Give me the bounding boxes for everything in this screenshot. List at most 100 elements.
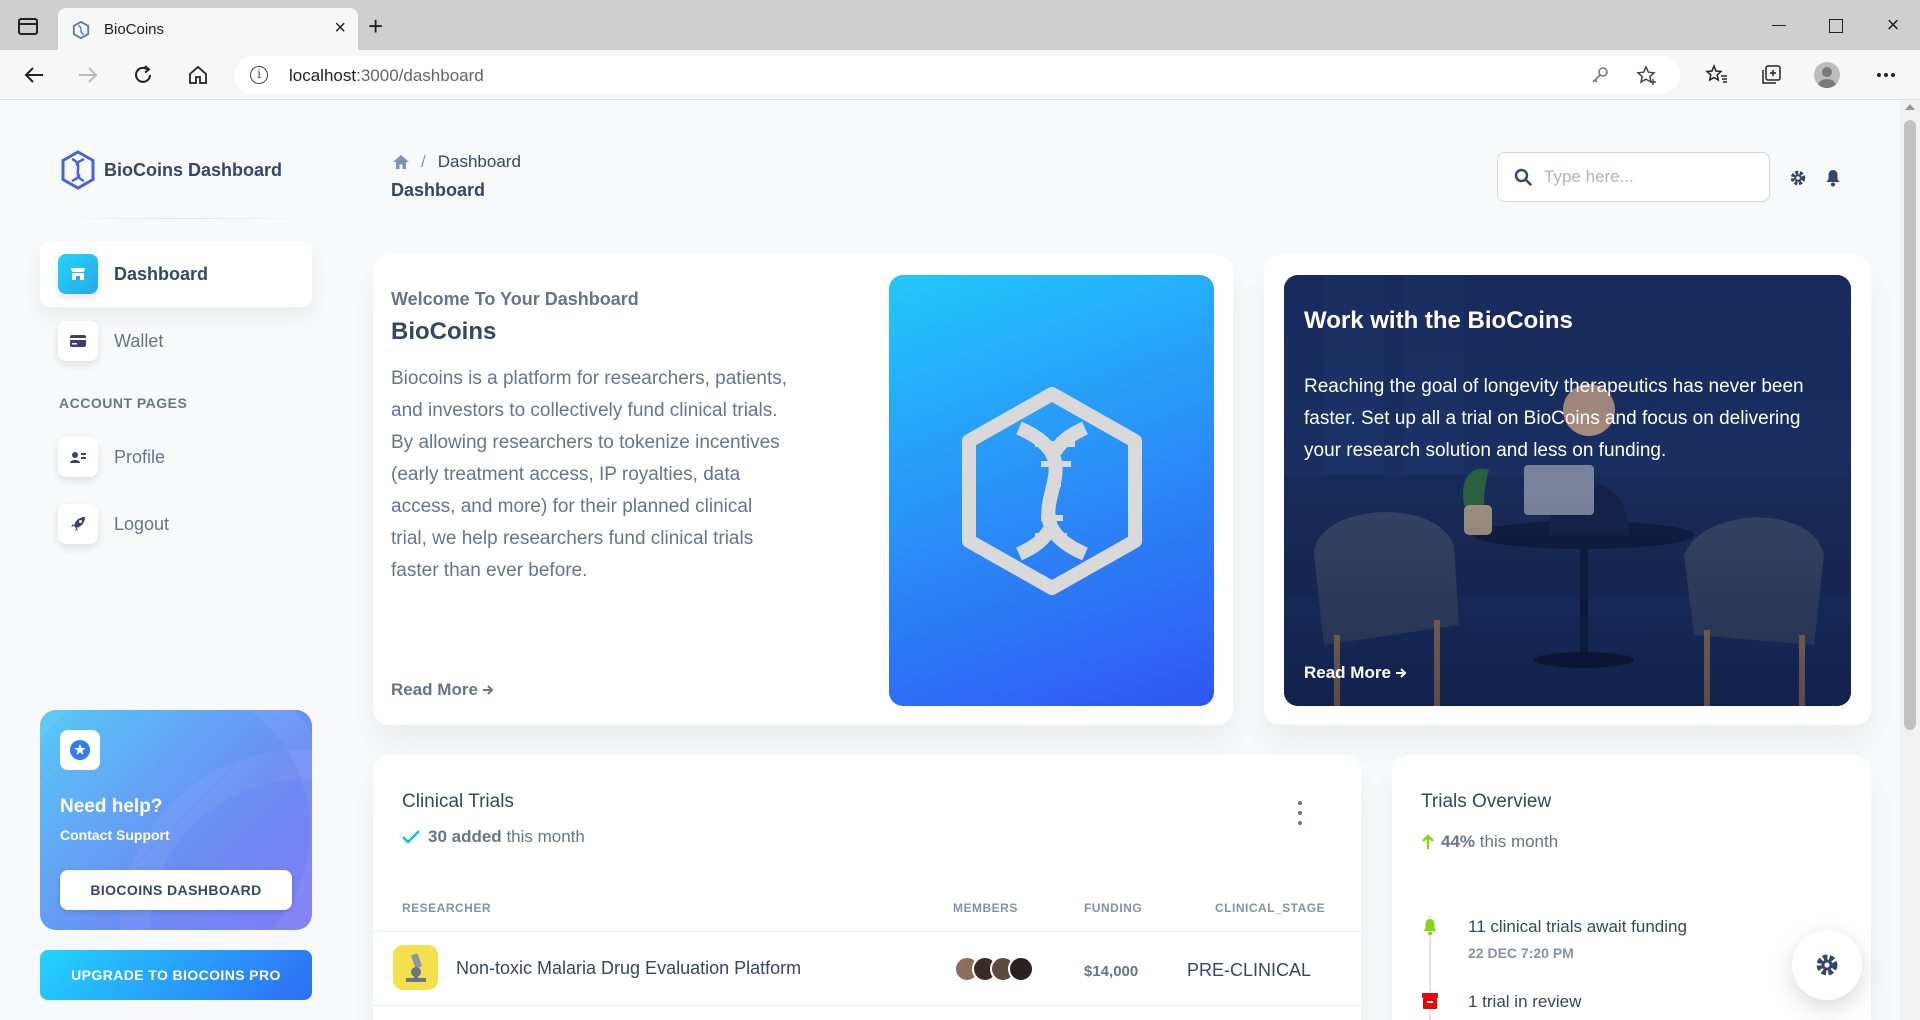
more-menu-icon[interactable] [1872, 62, 1900, 88]
add-favorite-icon[interactable] [1636, 65, 1658, 92]
microscope-icon [393, 945, 438, 990]
welcome-body: Biocoins is a platform for researchers, … [391, 368, 788, 581]
scroll-up-icon[interactable] [1905, 104, 1915, 110]
more-options-icon[interactable] [1295, 801, 1305, 825]
biocoins-favicon-icon [72, 21, 90, 39]
table-divider [373, 1005, 1361, 1006]
home-icon[interactable] [393, 155, 409, 169]
welcome-read-more-link[interactable]: Read More [391, 680, 494, 700]
browser-tab[interactable]: BioCoins × [58, 8, 358, 50]
search-icon [1514, 168, 1532, 186]
browser-chrome: BioCoins × + × i localhost:3000/dashboar… [0, 0, 1920, 100]
gear-icon[interactable] [1788, 168, 1808, 188]
sidebar-divider [60, 218, 310, 219]
settings-fab[interactable] [1792, 930, 1862, 1000]
welcome-pretitle: Welcome To Your Dashboard [391, 289, 639, 309]
brand[interactable]: BioCoins Dashboard [60, 150, 282, 190]
arrow-right-icon [482, 685, 494, 695]
overview-title: Trials Overview [1421, 791, 1552, 812]
avatar[interactable] [1008, 956, 1034, 982]
user-card-icon [58, 437, 98, 477]
welcome-title: BioCoins [391, 318, 497, 345]
trial-funding: $14,000 [1084, 963, 1139, 980]
column-header: CLINICAL_STAGE [1215, 901, 1326, 915]
window-close-icon[interactable]: × [1878, 12, 1908, 38]
table-divider [373, 931, 1361, 932]
collections-icon[interactable] [1758, 62, 1786, 88]
page-scrollbar[interactable] [1900, 100, 1920, 1020]
timeline-item-title: 11 clinical trials await funding [1468, 917, 1687, 936]
back-icon[interactable] [19, 60, 49, 90]
scroll-thumb[interactable] [1904, 120, 1916, 730]
tab-strip: BioCoins × + × [0, 0, 1920, 50]
work-read-more-link[interactable]: Read More [1304, 663, 1407, 683]
column-header: FUNDING [1084, 901, 1143, 915]
timeline-item-title: 1 trial in review [1468, 992, 1582, 1011]
arrow-right-icon [1395, 668, 1407, 678]
search-box[interactable] [1497, 152, 1770, 202]
home-icon[interactable] [183, 60, 213, 90]
forward-icon[interactable] [73, 60, 103, 90]
biocoins-logo-icon [61, 150, 95, 190]
timeline-item-date: 22 DEC 7:20 PM [1468, 945, 1574, 961]
sidebar-item-logout[interactable]: Logout [40, 491, 312, 557]
column-header: MEMBERS [953, 901, 1018, 915]
dna-illustration [889, 275, 1214, 706]
work-card: Work with the BioCoins Reaching the goal… [1264, 255, 1871, 725]
clinical-trials-card: Clinical Trials 30 added this month RESE… [373, 755, 1361, 1020]
help-subtitle: Contact Support [60, 827, 170, 843]
rocket-icon [58, 504, 98, 544]
trial-stage: PRE-CLINICAL [1187, 960, 1312, 980]
favorites-icon[interactable] [1703, 62, 1731, 88]
star-icon [60, 730, 100, 770]
work-title: Work with the BioCoins [1304, 307, 1573, 334]
sidebar-item-label: Wallet [114, 330, 164, 351]
bell-icon[interactable] [1823, 168, 1843, 188]
overview-summary: 44% this month [1421, 832, 1558, 852]
archive-icon [1421, 991, 1439, 1011]
browser-toolbar: i localhost:3000/dashboard [0, 50, 1920, 100]
tab-title: BioCoins [104, 21, 165, 38]
breadcrumb-separator: / [421, 152, 426, 171]
site-info-icon[interactable]: i [250, 66, 268, 84]
dna-hexagon-icon [961, 386, 1142, 595]
page-title: Dashboard [391, 180, 486, 200]
section-title: ACCOUNT PAGES [59, 395, 188, 411]
credit-card-icon [58, 321, 98, 361]
refresh-icon[interactable] [128, 60, 158, 90]
gear-icon [1816, 954, 1838, 976]
sidebar-item-dashboard[interactable]: Dashboard [40, 241, 312, 307]
new-tab-icon[interactable]: + [368, 13, 383, 39]
welcome-card: Welcome To Your Dashboard BioCoins Bioco… [373, 255, 1233, 725]
maximize-icon[interactable] [1820, 12, 1850, 38]
profile-avatar-icon[interactable] [1813, 62, 1841, 88]
sidebar-item-wallet[interactable]: Wallet [40, 308, 312, 374]
bell-icon [1421, 917, 1439, 937]
sidebar-item-label: Dashboard [114, 263, 209, 284]
tab-close-icon[interactable]: × [334, 17, 346, 39]
dashboard-page: BioCoins Dashboard Dashboard Wallet ACCO… [0, 100, 1900, 1020]
work-body: Reaching the goal of longevity therapeut… [1304, 376, 1804, 461]
help-title: Need help? [60, 796, 163, 817]
biocoins-dashboard-button[interactable]: BIOCOINS DASHBOARD [60, 870, 292, 910]
brand-name: BioCoins Dashboard [104, 159, 283, 180]
member-avatars [954, 956, 1034, 982]
search-input[interactable] [1544, 167, 1744, 187]
trial-name[interactable]: Non-toxic Malaria Drug Evaluation Platfo… [456, 958, 801, 979]
breadcrumb: / Dashboard [393, 152, 521, 172]
sidebar-item-label: Logout [114, 513, 170, 534]
breadcrumb-current: Dashboard [437, 152, 521, 171]
address-bar[interactable]: i localhost:3000/dashboard [234, 56, 1680, 94]
password-key-icon[interactable] [1590, 65, 1610, 90]
tab-actions-icon[interactable] [18, 18, 38, 35]
sidebar-item-profile[interactable]: Profile [40, 424, 312, 490]
arrow-up-icon [1422, 834, 1434, 849]
shop-icon [58, 254, 98, 294]
address-url[interactable]: localhost:3000/dashboard [289, 66, 484, 86]
work-background-image: Work with the BioCoins Reaching the goal… [1284, 275, 1851, 706]
check-icon [402, 830, 420, 844]
upgrade-button[interactable]: UPGRADE TO BIOCOINS PRO [40, 950, 312, 1000]
minimize-icon[interactable] [1764, 12, 1794, 38]
sidebar-item-label: Profile [114, 446, 166, 467]
help-card: Need help? Contact Support BIOCOINS DASH… [40, 710, 312, 930]
